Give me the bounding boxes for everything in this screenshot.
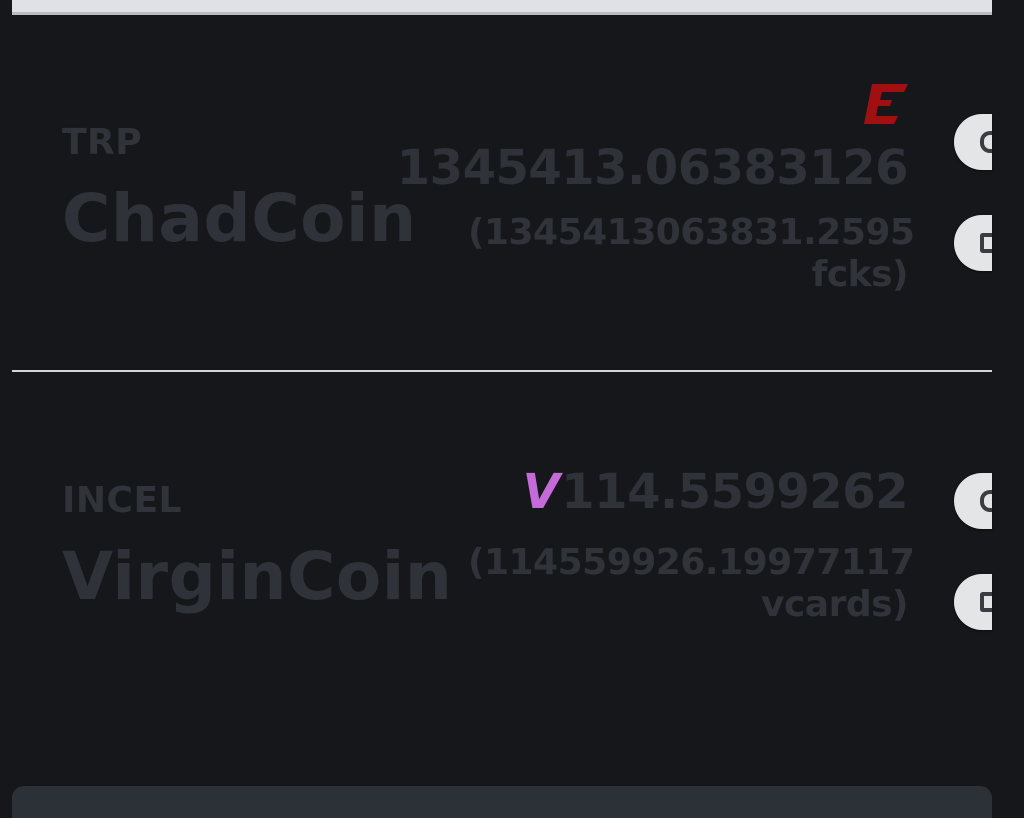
converted-line-1: (114559926.19977117	[468, 542, 915, 583]
send-icon	[980, 131, 992, 153]
wallet-screen: TRP ChadCoin 1345413.06383126 (134541306…	[0, 0, 1024, 818]
copy-button[interactable]	[954, 574, 992, 630]
copy-button[interactable]	[954, 215, 992, 271]
send-button[interactable]	[954, 114, 992, 170]
coin-ticker: TRP	[62, 122, 143, 163]
coin-amount: 1345413.06383126	[396, 140, 909, 196]
copy-icon	[980, 592, 992, 612]
coin-row-virgincoin[interactable]: INCEL VirginCoin V114.5599262 (114559926…	[12, 372, 992, 782]
coin-amount-value: 114.5599262	[561, 464, 908, 520]
virgincoin-symbol-icon: V	[522, 464, 560, 520]
coin-name: VirginCoin	[62, 538, 453, 615]
coin-name: ChadCoin	[62, 180, 417, 257]
converted-line-1: (1345413063831.2595	[468, 212, 915, 253]
converted-line-2: vcards)	[760, 584, 909, 625]
converted-line-2: fcks)	[811, 254, 909, 295]
coin-converted-amount: (114559926.19977117 vcards)	[468, 542, 915, 626]
send-button[interactable]	[954, 473, 992, 529]
bottom-card[interactable]	[12, 786, 992, 818]
coin-ticker: INCEL	[62, 480, 182, 521]
chadcoin-symbol-icon	[864, 84, 908, 124]
send-icon	[980, 490, 992, 512]
coin-row-chadcoin[interactable]: TRP ChadCoin 1345413.06383126 (134541306…	[12, 0, 992, 370]
coin-converted-amount: (1345413063831.2595 fcks)	[468, 212, 915, 296]
copy-icon	[980, 233, 992, 253]
coin-amount: V114.5599262	[522, 464, 909, 520]
